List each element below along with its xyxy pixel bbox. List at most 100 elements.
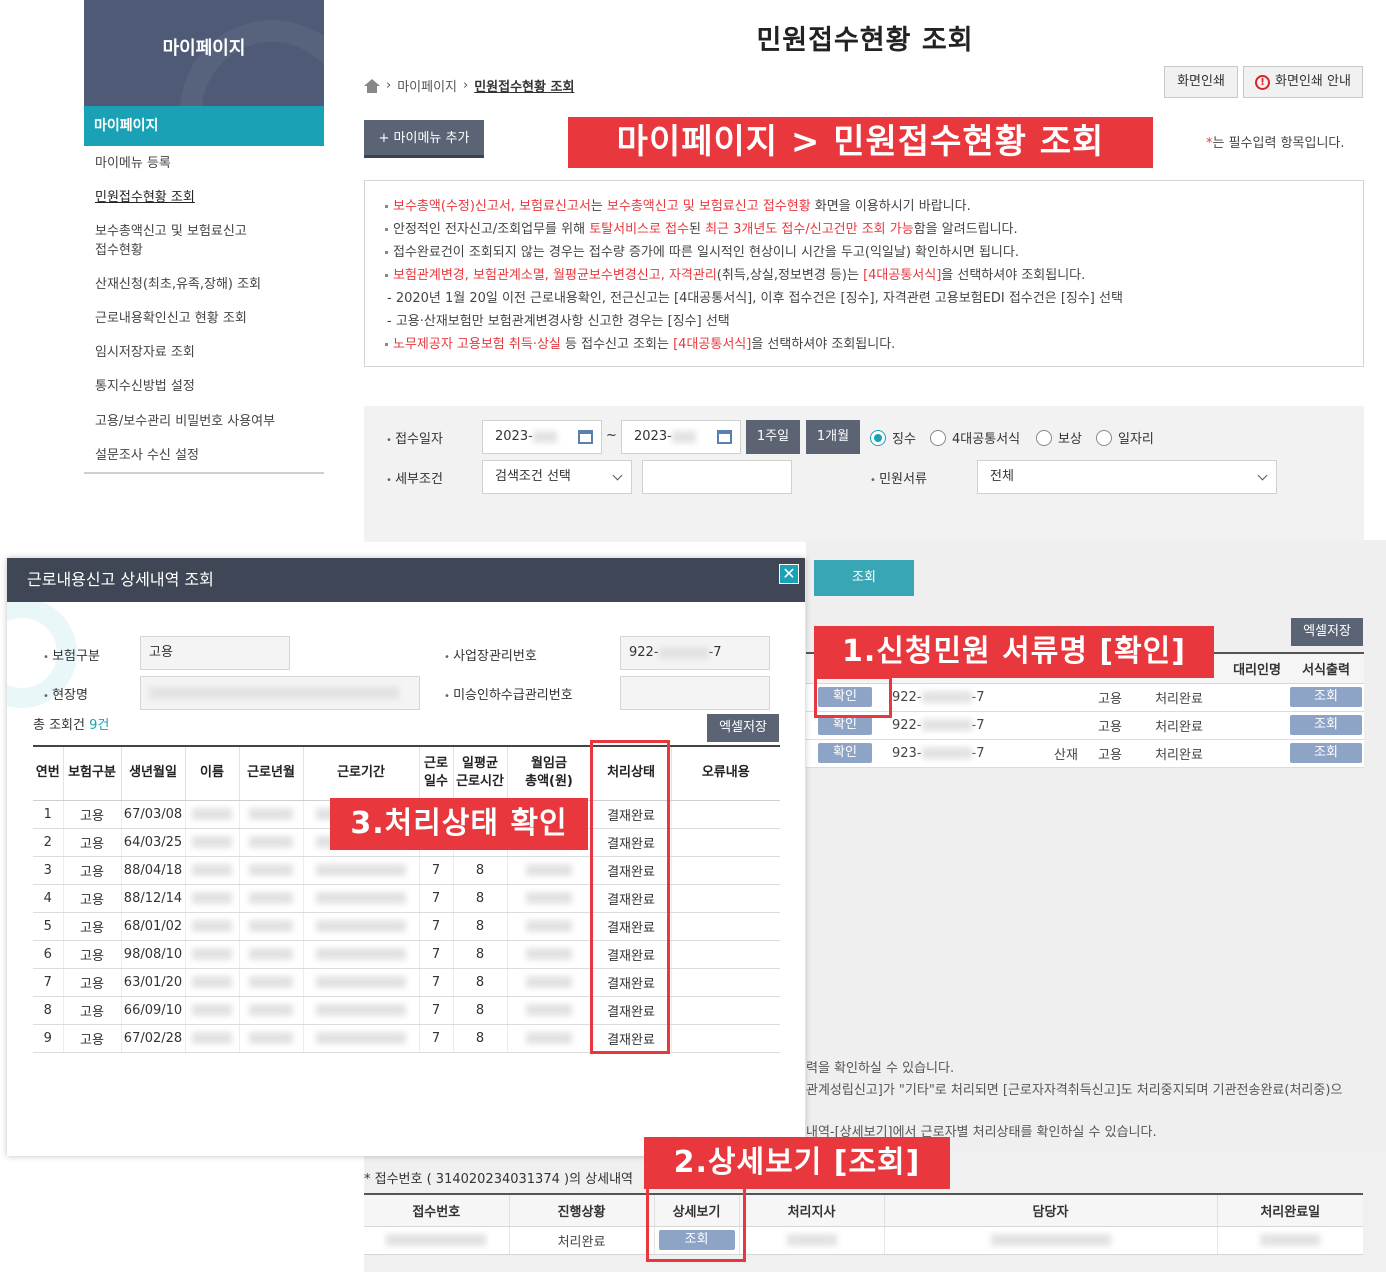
table-cell: 8 (453, 968, 508, 997)
doc-select[interactable]: 전체 (977, 460, 1277, 494)
annotation-step2: 2.상세보기 [조회] (644, 1137, 950, 1189)
sidebar-item-wage-report-status[interactable]: 접수현황 (95, 241, 143, 260)
one-week-button[interactable]: 1주일 (746, 420, 800, 454)
radio-icon[interactable] (1036, 429, 1052, 446)
table-cell: 고용 (63, 912, 122, 941)
redacted-cell (185, 884, 240, 913)
redacted-cell (507, 856, 592, 885)
table-cell: 고용 (63, 884, 122, 913)
redacted-cell (507, 912, 592, 941)
redacted-cell (507, 1024, 592, 1053)
redacted-cell (507, 940, 592, 969)
form-query-button[interactable]: 조회 (1290, 687, 1362, 707)
redacted-cell (185, 828, 240, 857)
form-query-button[interactable]: 조회 (1290, 715, 1362, 735)
date-from-input[interactable]: 2023- (482, 420, 602, 454)
date-separator: ~ (606, 428, 617, 443)
sidebar-item-notification[interactable]: 통지수신방법 설정 (95, 377, 195, 396)
note-line: 력을 확인하실 수 있습니다. (806, 1061, 955, 1076)
sidebar-item-mypage[interactable]: 마이페이지 (84, 106, 324, 146)
excel-save-button[interactable]: 엑셀저장 (1291, 618, 1363, 646)
doc-label: 민원서류 (870, 468, 927, 487)
table-cell: 6 (33, 940, 64, 969)
radio-icon[interactable] (930, 429, 946, 446)
confirm-button[interactable]: 확인 (818, 743, 872, 763)
print-guide-label: 화면인쇄 안내 (1275, 74, 1351, 89)
redacted-cell (239, 884, 304, 913)
home-icon[interactable] (364, 78, 380, 93)
col-work-month: 근로년월 (239, 745, 304, 801)
modal-excel-button[interactable]: 엑셀저장 (707, 714, 779, 742)
sidebar-item-wage-report[interactable]: 보수총액신고 및 보험료신고 (95, 222, 247, 241)
table-cell: 88/04/18 (121, 856, 186, 885)
annotation-box-view (646, 1186, 746, 1262)
redacted-cell (303, 884, 420, 913)
print-guide-button[interactable]: ! 화면인쇄 안내 (1243, 66, 1363, 98)
sidebar-item-work-report[interactable]: 근로내용확인신고 현황 조회 (95, 309, 247, 328)
table-cell: 7 (419, 884, 454, 913)
radio-4common[interactable]: 4대공통서식 (930, 428, 1020, 447)
sidebar-item-mymenu-register[interactable]: 마이메뉴 등록 (95, 154, 171, 173)
sidebar-item-complaint-status[interactable]: 민원접수현황 조회 (95, 188, 195, 207)
one-month-button[interactable]: 1개월 (806, 420, 860, 454)
redacted-cell (507, 968, 592, 997)
breadcrumb-item[interactable]: 마이페이지 (397, 76, 457, 95)
radio-selected-icon[interactable] (870, 429, 886, 446)
close-icon[interactable]: ✕ (779, 564, 799, 584)
breadcrumb-current[interactable]: 민원접수현황 조회 (474, 76, 574, 95)
empty-cell (671, 912, 780, 941)
empty-cell (671, 1024, 780, 1053)
annotation-banner: 마이페이지 > 민원접수현황 조회 (568, 117, 1153, 168)
table-cell: 고용 (63, 1024, 122, 1053)
col-complete-date: 처리완료일 (1217, 1193, 1363, 1227)
query-button[interactable]: 조회 (814, 560, 914, 596)
calendar-icon[interactable] (578, 430, 593, 444)
sidebar-item-password[interactable]: 고용/보수관리 비밀번호 사용여부 (95, 412, 275, 431)
notice-line: - 고용·산재보험만 보험관계변경사항 신고한 경우는 [징수] 선택 (387, 314, 730, 329)
redacted-cell (303, 940, 420, 969)
sidebar-item-temp-saved[interactable]: 임시저장자료 조회 (95, 343, 195, 362)
redacted-cell (303, 968, 420, 997)
add-mymenu-button[interactable]: + 마이메뉴 추가 (364, 120, 484, 158)
notice-line: 보험관계변경, 보험관계소멸, 월평균보수변경신고, 자격관리(취득,상실,정보… (385, 264, 1343, 287)
date-label: 접수일자 (386, 428, 443, 447)
table-cell: 고용 (63, 828, 122, 857)
print-button[interactable]: 화면인쇄 (1164, 66, 1238, 98)
date-to-input[interactable]: 2023- (621, 420, 741, 454)
annotation-box-status (590, 740, 670, 1054)
radio-icon[interactable] (1096, 429, 1112, 446)
confirm-button[interactable]: 확인 (818, 715, 872, 735)
redacted-cell (185, 912, 240, 941)
table-cell: 66/09/10 (121, 996, 186, 1025)
detail-condition-select[interactable]: 검색조건 선택 (482, 460, 632, 494)
sidebar-item-survey[interactable]: 설문조사 수신 설정 (95, 446, 199, 465)
calendar-icon[interactable] (717, 430, 732, 444)
redacted-cell (303, 996, 420, 1025)
table-cell: 8 (33, 996, 64, 1025)
table-cell: 64/03/25 (121, 828, 186, 857)
form-query-button[interactable]: 조회 (1290, 743, 1362, 763)
site-field (140, 676, 420, 710)
detail-label: 세부조건 (386, 468, 443, 487)
col-error: 오류내용 (671, 745, 780, 801)
redacted-cell (239, 1024, 304, 1053)
redacted-cell (185, 800, 240, 829)
redacted-cell (185, 940, 240, 969)
sub-no-field (620, 676, 770, 710)
redacted-cell (239, 912, 304, 941)
radio-compensation[interactable]: 보상 (1036, 428, 1082, 447)
redacted-cell (303, 856, 420, 885)
table-cell: 98/08/10 (121, 940, 186, 969)
radio-job[interactable]: 일자리 (1096, 428, 1154, 447)
required-note-text: 는 필수입력 항목입니다. (1212, 136, 1345, 151)
detail-condition-input[interactable] (642, 460, 792, 494)
col-branch: 처리지사 (739, 1193, 885, 1227)
radio-collection[interactable]: 징수 (870, 428, 916, 447)
annotation-step3: 3.처리상태 확인 (330, 798, 588, 850)
redacted-cell (507, 996, 592, 1025)
table-cell: 88/12/14 (121, 884, 186, 913)
empty-cell (671, 940, 780, 969)
sidebar-item-accident-claim[interactable]: 산재신청(최초,유족,장해) 조회 (95, 275, 261, 294)
col-work-period: 근로기간 (303, 745, 420, 801)
empty-cell (671, 996, 780, 1025)
